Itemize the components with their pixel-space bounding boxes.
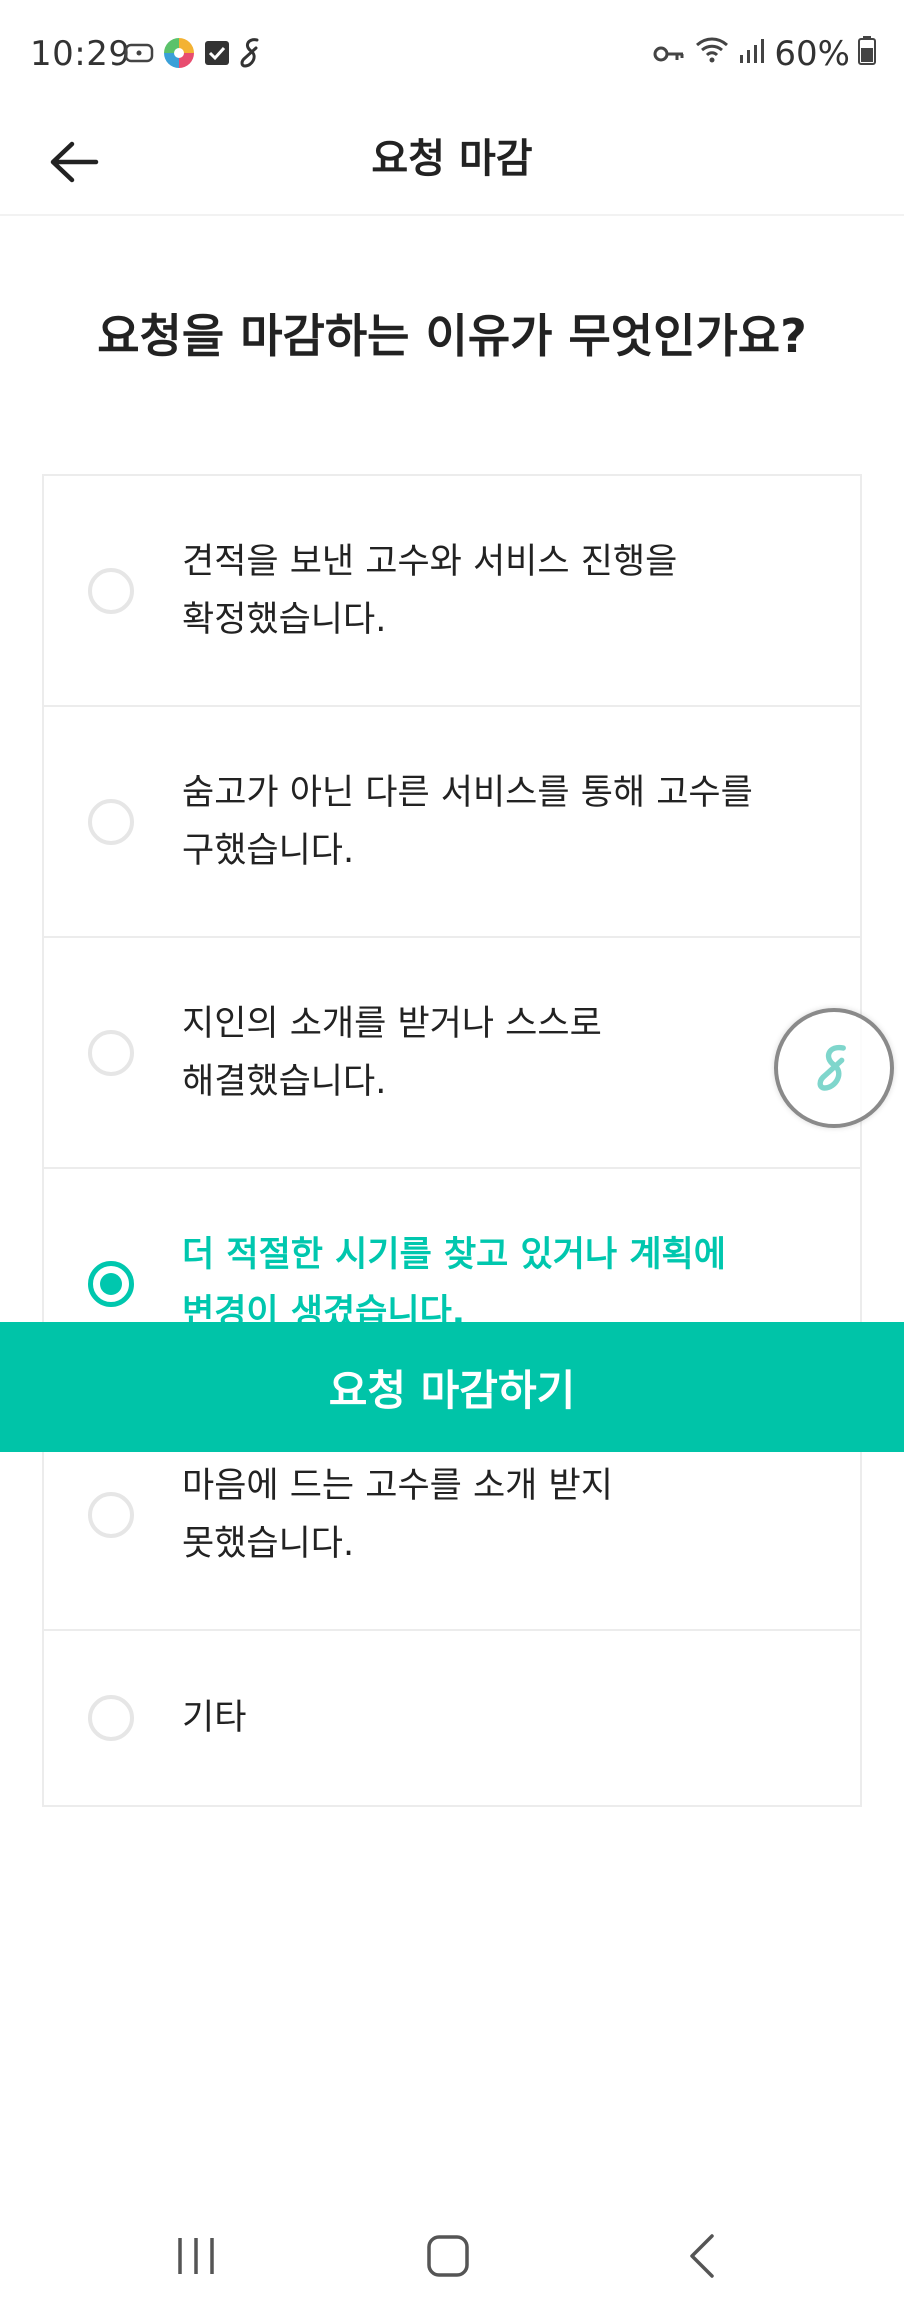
option-label: 기타 — [182, 1698, 247, 1738]
home-button[interactable] — [408, 2226, 488, 2286]
app-bar: 요청 마감 — [0, 110, 904, 216]
recent-apps-button[interactable] — [156, 2226, 236, 2286]
option-label: 견적을 보낸 고수와 서비스 진행을 확정했습니다. — [182, 541, 678, 640]
floating-soomgo-button[interactable] — [774, 1008, 894, 1128]
status-time: 10:29 — [30, 34, 131, 74]
reason-options-list: 견적을 보낸 고수와 서비스 진행을 확정했습니다. 숨고가 아닌 다른 서비스… — [42, 474, 862, 1807]
option-label: 지인의 소개를 받거나 스스로 해결했습니다. — [182, 1003, 602, 1102]
wifi-icon — [694, 34, 730, 74]
radio-button[interactable] — [88, 1491, 134, 1538]
key-icon — [652, 34, 686, 74]
system-back-button[interactable] — [662, 2226, 742, 2286]
radio-button[interactable] — [88, 567, 134, 614]
reason-option-confirmed[interactable]: 견적을 보낸 고수와 서비스 진행을 확정했습니다. — [44, 476, 860, 707]
home-icon — [427, 2235, 469, 2277]
recent-apps-icon — [178, 2238, 214, 2274]
radio-button[interactable] — [88, 1695, 134, 1741]
reason-option-etc[interactable]: 기타 — [44, 1631, 860, 1805]
signal-icon — [738, 34, 766, 74]
status-bar: 10:29 60% — [0, 0, 904, 110]
soomgo-s-icon — [817, 1044, 846, 1091]
option-label: 마음에 드는 고수를 소개 받지 못했습니다. — [182, 1465, 613, 1564]
page-title: 요청 마감 — [371, 136, 533, 182]
option-label: 숨고가 아닌 다른 서비스를 통해 고수를 구했습니다. — [182, 772, 753, 871]
status-right: 60% — [652, 34, 876, 74]
radio-button[interactable] — [88, 798, 134, 845]
back-icon — [690, 2234, 714, 2278]
reason-option-self-solved[interactable]: 지인의 소개를 받거나 스스로 해결했습니다. — [44, 938, 860, 1169]
app-pinwheel-icon — [162, 36, 196, 74]
radio-button[interactable] — [88, 1029, 134, 1076]
soomgo-s-icon — [238, 36, 264, 74]
radio-button-selected[interactable] — [88, 1260, 134, 1307]
system-nav-bar — [0, 2196, 904, 2316]
screen: 10:29 60% 요청 마감 요청을 마감하는 이유가 무엇인가요? 견적을 … — [0, 0, 904, 2316]
close-request-button[interactable]: 요청 마감하기 — [0, 1322, 904, 1452]
question-heading: 요청을 마감하는 이유가 무엇인가요? — [97, 309, 807, 363]
status-left-icons — [124, 36, 264, 74]
battery-percent: 60% — [774, 34, 850, 74]
screen-record-icon — [124, 42, 154, 68]
reason-option-other-service[interactable]: 숨고가 아닌 다른 서비스를 통해 고수를 구했습니다. — [44, 707, 860, 938]
battery-icon — [858, 34, 876, 74]
checkbox-icon — [204, 40, 230, 70]
